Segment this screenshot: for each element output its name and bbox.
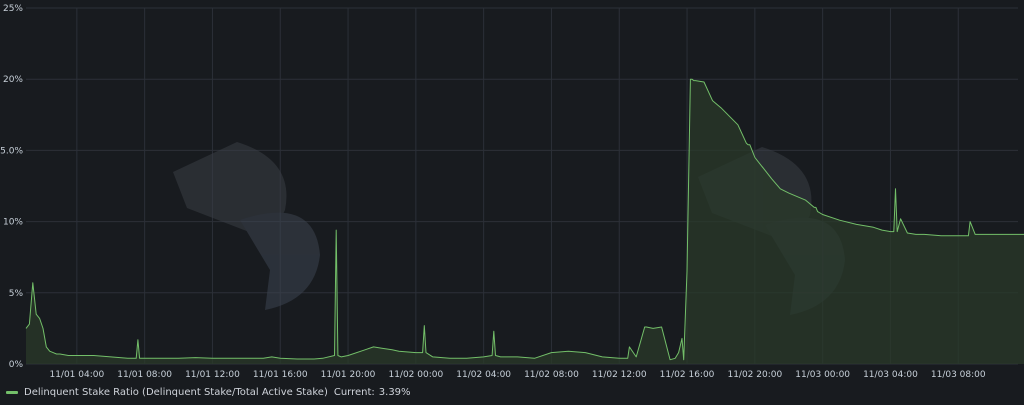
x-tick-label: 11/01 12:00 — [185, 370, 240, 380]
x-tick-label: 11/02 12:00 — [592, 370, 647, 380]
x-tick-label: 11/01 04:00 — [49, 370, 104, 380]
x-tick-label: 11/02 20:00 — [727, 370, 782, 380]
watermark-shape-lower — [240, 212, 320, 310]
x-axis-ticks: 11/01 04:00 11/01 08:00 11/01 12:00 11/01 1… — [49, 370, 985, 380]
x-tick-label: 11/02 16:00 — [660, 370, 715, 380]
x-tick-label: 11/03 08:00 — [931, 370, 986, 380]
y-tick-label: 25% — [3, 4, 23, 14]
x-tick-label: 11/01 20:00 — [321, 370, 376, 380]
x-tick-label: 11/02 04:00 — [456, 370, 511, 380]
x-tick-label: 11/03 00:00 — [795, 370, 850, 380]
y-tick-label: 10% — [3, 218, 23, 228]
legend-current-label: Current: — [333, 386, 375, 398]
y-tick-label: 15.0% — [0, 146, 23, 156]
x-tick-label: 11/01 16:00 — [253, 370, 308, 380]
legend-series-name[interactable]: Delinquent Stake Ratio (Delinquent Stake… — [24, 387, 328, 398]
legend[interactable]: Delinquent Stake Ratio (Delinquent Stake… — [6, 385, 411, 399]
x-tick-label: 11/02 00:00 — [388, 370, 443, 380]
legend-swatch — [6, 390, 18, 394]
x-tick-label: 11/01 08:00 — [117, 370, 172, 380]
y-tick-label: 5% — [9, 289, 24, 299]
delinquent-stake-chart: 0% 5% 10% 15.0% 20% 25% 11/01 04:00 11/01 08:0… — [0, 4, 1024, 380]
legend-current-value: 3.39% — [378, 386, 411, 398]
y-tick-label: 20% — [3, 75, 23, 85]
y-tick-label: 0% — [9, 360, 24, 370]
watermark-logo — [173, 142, 320, 310]
x-tick-label: 11/02 08:00 — [524, 370, 579, 380]
y-axis-ticks: 0% 5% 10% 15.0% 20% 25% — [0, 4, 23, 370]
x-tick-label: 11/03 04:00 — [863, 370, 918, 380]
chart-panel: 0% 5% 10% 15.0% 20% 25% 11/01 04:00 11/01 08:0… — [0, 0, 1024, 401]
